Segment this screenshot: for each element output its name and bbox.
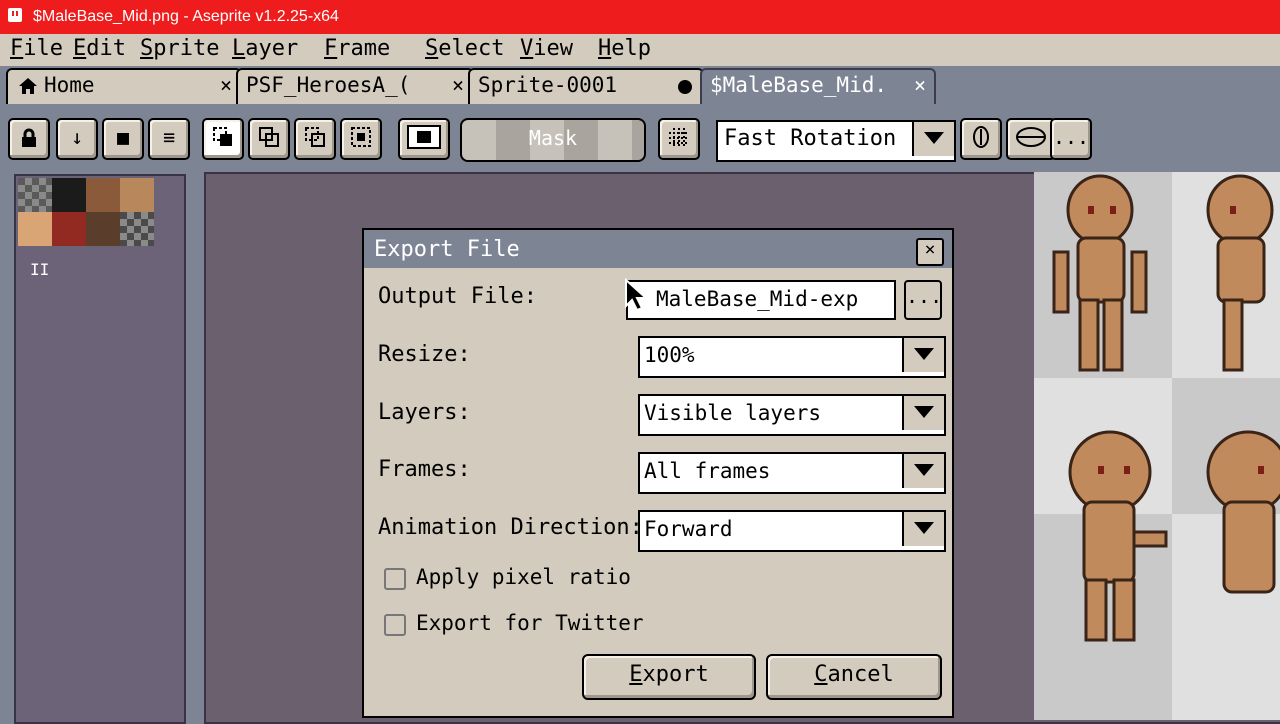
- frames-select[interactable]: All frames: [638, 452, 946, 494]
- grid-icon[interactable]: [658, 118, 700, 160]
- palette-swatch[interactable]: [52, 178, 86, 212]
- rotation-algorithm-value: Fast Rotation: [724, 126, 897, 151]
- animation-direction-select[interactable]: Forward: [638, 510, 946, 552]
- browse-button[interactable]: ...: [904, 280, 942, 320]
- transparent-color-icon[interactable]: [398, 118, 450, 160]
- aseprite-app-icon: [8, 8, 22, 22]
- apply-pixel-ratio-label[interactable]: Apply pixel ratio: [416, 565, 631, 589]
- document-tabs: Home × PSF_HeroesA_( × Sprite-0001 $Male…: [0, 66, 1280, 104]
- frames-value: All frames: [644, 459, 771, 483]
- tab-home[interactable]: Home ×: [6, 68, 242, 104]
- output-file-field[interactable]: MaleBase_Mid-exp: [626, 280, 896, 320]
- chevron-down-icon: [902, 454, 944, 488]
- menu-layer[interactable]: Layer: [232, 34, 298, 66]
- apply-pixel-ratio-checkbox[interactable]: [384, 568, 406, 590]
- layers-select[interactable]: Visible layers: [638, 394, 946, 436]
- palette-swatch[interactable]: [18, 178, 52, 212]
- close-icon[interactable]: ×: [220, 70, 232, 100]
- tab-label: PSF_HeroesA_(: [246, 73, 411, 97]
- home-icon: [19, 78, 37, 94]
- window-title: $MaleBase_Mid.png - Aseprite v1.2.25-x64: [33, 8, 339, 25]
- square-icon[interactable]: ■: [102, 118, 144, 160]
- palette-area: II: [14, 174, 186, 724]
- select-intersect-icon[interactable]: [340, 118, 382, 160]
- menu-sprite[interactable]: Sprite: [140, 34, 219, 66]
- transform-icon[interactable]: [1006, 118, 1056, 160]
- palette-swatch[interactable]: [18, 212, 52, 246]
- tab-malebase-mid[interactable]: $MaleBase_Mid. ×: [700, 68, 936, 104]
- more-options-button[interactable]: ...: [1050, 118, 1092, 160]
- mask-button[interactable]: Mask: [460, 118, 646, 162]
- cancel-button[interactable]: Cancel: [766, 654, 942, 700]
- frames-label: Frames:: [378, 457, 471, 482]
- export-for-twitter-label[interactable]: Export for Twitter: [416, 611, 644, 635]
- palette-resize-handle[interactable]: II: [30, 260, 49, 279]
- export-file-dialog: Export File × Output File: MaleBase_Mid-…: [362, 228, 954, 718]
- tab-label: $MaleBase_Mid.: [710, 73, 888, 97]
- output-file-value: MaleBase_Mid-exp: [656, 287, 859, 311]
- animation-direction-label: Animation Direction:: [378, 515, 643, 540]
- layers-label: Layers:: [378, 400, 471, 425]
- palette-swatch[interactable]: [86, 212, 120, 246]
- mouse-cursor-icon: [625, 278, 649, 312]
- output-file-label: Output File:: [378, 284, 537, 309]
- window-titlebar: $MaleBase_Mid.png - Aseprite v1.2.25-x64: [0, 0, 1280, 34]
- select-subtract-icon[interactable]: [294, 118, 336, 160]
- resize-value: 100%: [644, 343, 695, 367]
- resize-select[interactable]: 100%: [638, 336, 946, 378]
- lock-icon[interactable]: [8, 118, 50, 160]
- palette-swatch[interactable]: [86, 178, 120, 212]
- menu-lines-icon[interactable]: ≡: [148, 118, 190, 160]
- context-toolbar: ↓ ■ ≡ Mask Fast Rotation ...: [0, 106, 1280, 166]
- menu-frame[interactable]: Frame: [324, 34, 390, 66]
- close-icon[interactable]: ×: [914, 70, 926, 100]
- tab-psf-heroes[interactable]: PSF_HeroesA_( ×: [236, 68, 474, 104]
- pivot-icon[interactable]: [960, 118, 1002, 160]
- palette-panel: II: [0, 166, 188, 724]
- tab-sprite-0001[interactable]: Sprite-0001: [468, 68, 704, 104]
- dialog-titlebar[interactable]: Export File ×: [364, 230, 952, 268]
- modified-dot-icon: [678, 80, 692, 94]
- chevron-down-icon: [912, 122, 954, 156]
- close-icon[interactable]: ×: [452, 70, 464, 100]
- tab-label: Sprite-0001: [478, 73, 618, 97]
- select-add-icon[interactable]: [248, 118, 290, 160]
- close-icon[interactable]: ×: [916, 238, 944, 266]
- menu-bar: File Edit Sprite Layer Frame Select View…: [0, 34, 1280, 66]
- palette-swatch[interactable]: [52, 212, 86, 246]
- animation-direction-value: Forward: [644, 517, 733, 541]
- menu-view[interactable]: View: [520, 34, 573, 66]
- chevron-down-icon: [902, 396, 944, 430]
- menu-file[interactable]: File: [10, 34, 63, 66]
- menu-help[interactable]: Help: [598, 34, 651, 66]
- select-rect-icon[interactable]: [202, 118, 244, 160]
- layers-value: Visible layers: [644, 401, 822, 425]
- sprite-canvas[interactable]: [1034, 172, 1280, 720]
- palette-swatch[interactable]: [120, 212, 154, 246]
- sprite-image: [1052, 174, 1280, 642]
- tab-label: Home: [44, 73, 95, 97]
- arrow-down-icon[interactable]: ↓: [56, 118, 98, 160]
- export-button[interactable]: Export: [582, 654, 756, 700]
- dialog-title: Export File: [374, 237, 520, 262]
- export-for-twitter-checkbox[interactable]: [384, 614, 406, 636]
- rotation-algorithm-select[interactable]: Fast Rotation: [716, 120, 956, 162]
- chevron-down-icon: [902, 512, 944, 546]
- chevron-down-icon: [902, 338, 944, 372]
- menu-select[interactable]: Select: [425, 34, 504, 66]
- resize-label: Resize:: [378, 342, 471, 367]
- menu-edit[interactable]: Edit: [73, 34, 126, 66]
- palette-swatch[interactable]: [120, 178, 154, 212]
